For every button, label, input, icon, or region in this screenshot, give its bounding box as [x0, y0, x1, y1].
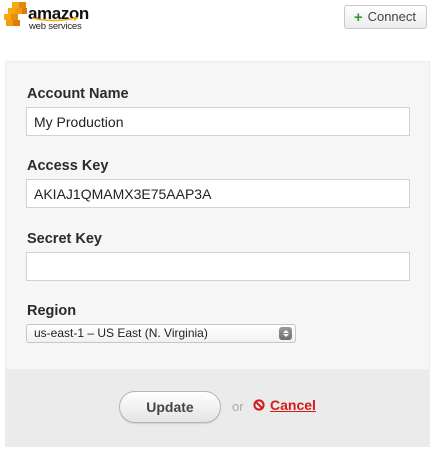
region-select[interactable]: us-east-1 – US East (N. Virginia)	[26, 324, 296, 343]
account-name-label: Account Name	[27, 86, 129, 102]
secret-key-input[interactable]	[26, 252, 410, 281]
select-arrows-icon	[279, 327, 292, 340]
aws-cubes-icon	[4, 2, 27, 26]
aws-logo: amazon web services	[4, 2, 94, 34]
connect-button-label: Connect	[367, 9, 416, 24]
access-key-input[interactable]	[26, 179, 410, 208]
cancel-link[interactable]: Cancel	[253, 397, 316, 413]
update-button[interactable]: Update	[119, 391, 221, 423]
region-label: Region	[27, 303, 77, 319]
account-name-input[interactable]	[26, 107, 410, 136]
cancel-label: Cancel	[270, 397, 316, 413]
or-separator: or	[232, 399, 244, 414]
region-selected-value: us-east-1 – US East (N. Virginia)	[34, 326, 208, 340]
aws-connect-page: amazon web services + Connect Account Na…	[0, 0, 435, 451]
account-form-panel: Account Name Access Key Secret Key Regio…	[5, 61, 430, 447]
access-key-label: Access Key	[27, 158, 109, 174]
logo-sub-text: web services	[29, 21, 82, 32]
connect-button[interactable]: + Connect	[343, 5, 427, 29]
no-entry-icon	[253, 399, 265, 411]
form-footer: Update or Cancel	[6, 369, 429, 446]
plus-icon: +	[353, 8, 363, 26]
secret-key-label: Secret Key	[27, 231, 102, 247]
header: amazon web services + Connect	[0, 0, 435, 44]
